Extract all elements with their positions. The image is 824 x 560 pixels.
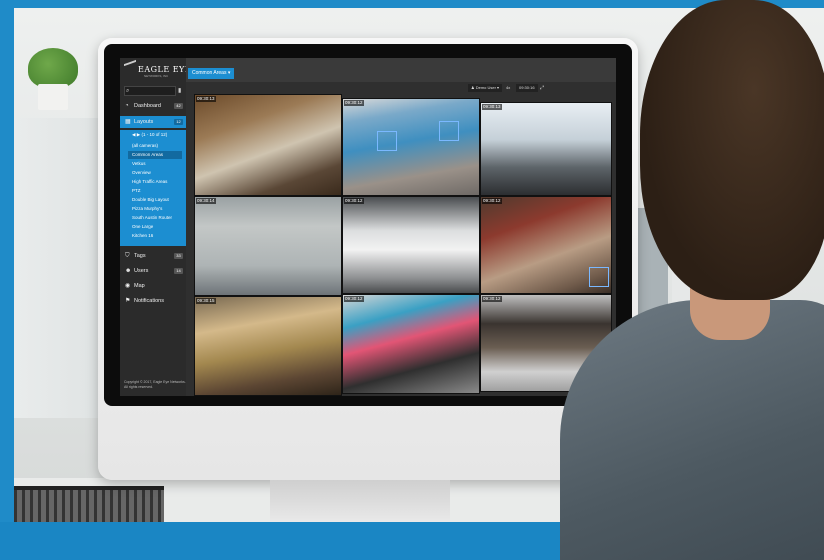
topbar: Common Areas ▾ [186,58,616,82]
camera-tile[interactable]: 09:30:13 [480,102,612,196]
user-menu-button[interactable]: ♟ Demo User ▾ [468,84,503,92]
dashboard-icon: ◔ [125,103,129,109]
next-page-icon[interactable]: ▶ [137,132,140,137]
layout-item[interactable]: Kitchen 16 [132,232,186,240]
motion-box [589,267,609,287]
layout-item[interactable]: Overview [132,169,186,177]
prev-page-icon[interactable]: ◀ [132,132,135,137]
layouts-icon: ▦ [125,119,131,125]
camera-timestamp: 09:30:15 [196,298,216,304]
camera-tile[interactable]: 09:30:14 [194,196,342,296]
count-badge: 14 [174,268,183,274]
layout-item[interactable]: One Large [132,223,186,231]
layout-item[interactable]: PTZ [132,187,186,195]
count-badge: 42 [174,103,183,109]
layout-selector[interactable]: Common Areas ▾ [188,68,235,79]
tags-icon: ⛉ [125,253,130,259]
motion-box [377,131,397,151]
motion-box [439,121,459,141]
zoom-level[interactable]: 4x [506,84,510,92]
vms-app-screen: EAGLE EYE NETWORKS, INC ⌕ ▮ ◔ Dashboard … [120,58,616,396]
sidebar-item-notifications[interactable]: ⚑ Notifications [120,295,186,307]
layout-item-selected[interactable]: Common Areas [128,151,182,159]
clock: 09:30:16 [516,84,538,92]
shelf [14,118,105,418]
layout-item[interactable]: South Austin Router [132,214,186,222]
sidebar-item-layouts[interactable]: ▦ Layouts 12 [120,116,186,128]
sidebar-item-users[interactable]: ☻ Users 14 [120,265,186,277]
brand-sub: NETWORKS, INC [144,74,169,78]
person-head [640,0,824,300]
search-icon: ⌕ [126,88,130,94]
eagle-wing-icon [124,59,136,75]
camera-tile[interactable]: 09:30:12 [480,196,612,294]
plant-pot [38,84,68,110]
layout-item[interactable]: High Traffic Areas [132,178,186,186]
camera-timestamp: 09:30:13 [482,104,502,110]
camera-tile[interactable]: 09:30:12 [342,294,480,394]
count-badge: 12 [174,119,183,125]
sidebar-item-tags[interactable]: ⛉ Tags 33 [120,250,186,262]
sidebar: EAGLE EYE NETWORKS, INC ⌕ ▮ ◔ Dashboard … [120,58,191,396]
notifications-icon: ⚑ [125,298,131,304]
camera-tile[interactable]: 09:30:12 [342,98,480,196]
camera-tile[interactable]: 09:30:12 [342,196,480,294]
sidebar-item-map[interactable]: ◉ Map [120,280,186,292]
search-input[interactable] [124,86,176,96]
monitor-stand [270,480,450,522]
map-icon: ◉ [125,283,131,289]
camera-timestamp: 09:30:13 [196,96,216,102]
camera-timestamp: 09:30:14 [196,198,216,204]
layout-item[interactable]: Vetkus [132,160,186,168]
layouts-pager[interactable]: ◀ ▶ (1 - 10 of 12) [132,132,167,138]
layout-item[interactable]: Double Big Layout [132,196,186,204]
camera-tile[interactable]: 09:30:13 [194,94,342,196]
copyright: Copyright © 2017, Eagle Eye Networks. Al… [124,380,186,389]
camera-timestamp: 09:30:12 [344,296,364,302]
bookmark-icon[interactable]: ▮ [178,86,181,96]
camera-tile[interactable]: 09:30:15 [194,296,342,396]
plant [28,48,78,88]
layouts-list: ◀ ▶ (1 - 10 of 12) (all cameras) Common … [120,130,186,246]
sidebar-item-dashboard[interactable]: ◔ Dashboard 42 [120,100,186,112]
camera-timestamp: 09:30:12 [344,100,364,106]
layout-item[interactable]: Pizza Murphy's [132,205,186,213]
camera-timestamp: 09:30:12 [482,198,502,204]
layout-item[interactable]: (all cameras) [132,142,186,150]
camera-timestamp: 09:30:12 [482,296,502,302]
users-icon: ☻ [125,268,132,274]
camera-timestamp: 09:30:12 [344,198,364,204]
count-badge: 33 [174,253,183,259]
user-icon: ♟ [471,85,475,90]
notebook [14,486,164,522]
fullscreen-icon[interactable]: ⤢ [540,84,544,92]
